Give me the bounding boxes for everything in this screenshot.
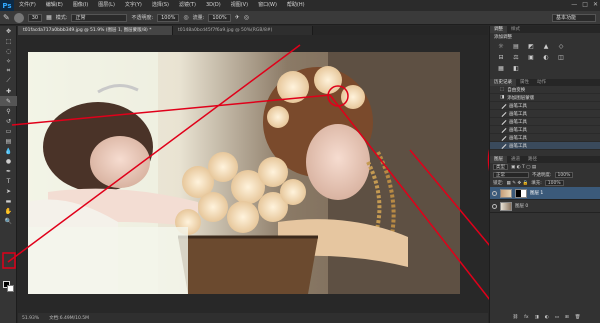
invert-icon[interactable]: ◧ [511, 65, 521, 73]
history-item[interactable]: 画笔工具 [490, 126, 600, 134]
layer-name: 图层 1 [530, 191, 544, 196]
brush-icon [500, 119, 506, 125]
doc-size: 文档:6.49M/10.5M [49, 316, 90, 321]
fx-icon[interactable]: fx [524, 315, 528, 320]
levels-icon[interactable]: ▤ [511, 43, 521, 51]
history-item[interactable]: 画笔工具 [490, 102, 600, 110]
layer-thumbnail [500, 201, 512, 211]
layer-filter-row: 类型 ▣ ◐ T ▢ ▤ [490, 163, 600, 171]
history-item[interactable]: ◨ 添加图层蒙版 [490, 94, 600, 102]
layer-kind-select[interactable]: 类型 [493, 164, 508, 170]
color-balance-icon[interactable]: ⚖ [511, 54, 521, 62]
brush-icon [500, 135, 506, 141]
brush-icon [500, 103, 506, 109]
exposure-icon[interactable]: ▲ [541, 43, 551, 51]
history-item[interactable]: 画笔工具 [490, 110, 600, 118]
lock-label: 锁定: [493, 181, 504, 186]
tab-paths[interactable]: 路径 [524, 156, 541, 163]
visibility-eye-icon[interactable] [492, 203, 497, 209]
layer-row-0[interactable]: 图层 0 [490, 200, 600, 213]
brightness-icon[interactable]: ☼ [496, 43, 506, 51]
history-list: ⬚ 自由变换 ◨ 添加图层蒙版 画笔工具 画笔工具 画笔工具 画笔工具 画笔工具 画… [490, 86, 600, 150]
tab-adjustments[interactable]: 调整 [490, 26, 507, 33]
tab-channels[interactable]: 通道 [507, 156, 524, 163]
layer-opacity-label: 不透明度: [532, 173, 552, 178]
tab-styles[interactable]: 样式 [507, 26, 524, 33]
right-panels: 调整 样式 添加调整 ☼ ▤ ◩ ▲ ◇ ⊟ ⚖ ▣ ◐ ◫ ▦ ◧ 历史记录 … [489, 26, 600, 323]
history-item-selected[interactable]: 画笔工具 [490, 142, 600, 150]
color-lookup-icon[interactable]: ▦ [496, 65, 506, 73]
curves-icon[interactable]: ◩ [526, 43, 536, 51]
tab-history[interactable]: 历史记录 [490, 79, 516, 86]
zoom-level[interactable]: 51.93% [22, 316, 39, 321]
layers-panel-header: 图层 通道 路径 [490, 156, 600, 163]
lock-row: 锁定: ▦ ✎ ✥ 🔒 填充: 100% [490, 179, 600, 187]
lock-icons[interactable]: ▦ ✎ ✥ 🔒 [507, 181, 529, 186]
brush-icon [500, 127, 506, 133]
blend-row: 正常 不透明度: 100% [490, 171, 600, 179]
status-bar: 51.93% 文档:6.49M/10.5M [18, 313, 488, 323]
tab-layers[interactable]: 图层 [490, 156, 507, 163]
new-layer-icon[interactable]: ⊞ [565, 315, 569, 320]
tab-actions[interactable]: 动作 [533, 79, 550, 86]
visibility-eye-icon[interactable] [492, 190, 497, 196]
layer-row-1[interactable]: 图层 1 [490, 187, 600, 200]
add-mask-icon[interactable]: ◨ [535, 315, 539, 320]
filter-icons[interactable]: ▣ ◐ T ▢ ▤ [511, 165, 536, 170]
mask-icon: ◨ [500, 95, 505, 100]
channel-mixer-icon[interactable]: ◫ [556, 54, 566, 62]
layer-thumbnail [500, 188, 512, 198]
history-item[interactable]: 画笔工具 [490, 118, 600, 126]
adjustments-grid: ☼ ▤ ◩ ▲ ◇ ⊟ ⚖ ▣ ◐ ◫ ▦ ◧ [490, 41, 600, 75]
layer-mask-thumbnail[interactable] [515, 188, 527, 198]
delete-icon[interactable]: 🗑 [575, 315, 581, 320]
blend-mode-select[interactable]: 正常 [493, 172, 529, 178]
adjust-title: 添加调整 [494, 35, 512, 40]
brush-icon [500, 143, 506, 149]
transform-icon: ⬚ [500, 87, 505, 92]
link-icon[interactable]: ⛓ [513, 315, 519, 320]
vibrance-icon[interactable]: ◇ [556, 43, 566, 51]
adjustment-layer-icon[interactable]: ◐ [545, 315, 549, 320]
tab-properties[interactable]: 属性 [516, 79, 533, 86]
fill-label: 填充: [531, 181, 542, 186]
layer-footer: ⛓ fx ◨ ◐ ▭ ⊞ 🗑 [490, 313, 600, 321]
history-panel-header: 历史记录 属性 动作 [490, 79, 600, 86]
brush-icon [500, 111, 506, 117]
black-white-icon[interactable]: ▣ [526, 54, 536, 62]
group-icon[interactable]: ▭ [555, 315, 559, 320]
photo-filter-icon[interactable]: ◐ [541, 54, 551, 62]
adjustments-panel-header: 调整 样式 [490, 26, 600, 33]
layer-opacity-field[interactable]: 100% [554, 172, 574, 178]
layer-name: 图层 0 [515, 204, 529, 209]
hue-sat-icon[interactable]: ⊟ [496, 54, 506, 62]
history-item[interactable]: 画笔工具 [490, 134, 600, 142]
history-item[interactable]: ⬚ 自由变换 [490, 86, 600, 94]
fill-field[interactable]: 100% [544, 180, 564, 186]
